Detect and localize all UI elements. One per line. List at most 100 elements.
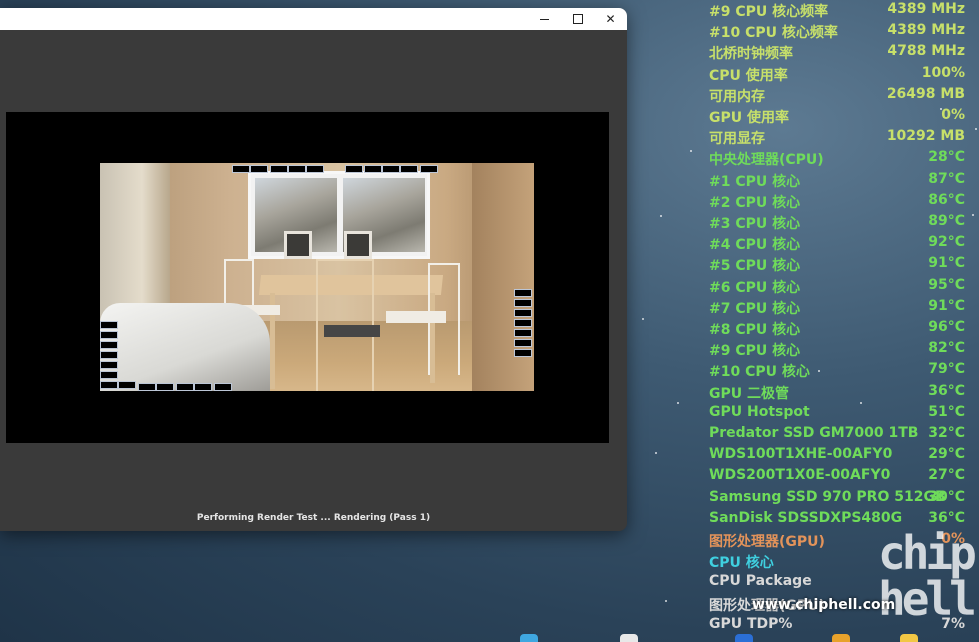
monitor-row-label: 可用内存	[709, 88, 765, 105]
render-bucket	[118, 381, 136, 389]
monitor-row: Predator SSD GM7000 1TB 32°C	[709, 425, 965, 446]
monitor-row-label: SanDisk SDSSDXPS480G	[709, 509, 903, 526]
render-bucket	[288, 165, 306, 173]
monitor-row-value: 0%	[941, 107, 965, 123]
render-bucket	[156, 383, 174, 391]
render-bucket	[100, 321, 118, 329]
monitor-row-value: 95°C	[928, 276, 965, 293]
taskbar-icon[interactable]	[900, 634, 918, 642]
monitor-row: #9 CPU 核心 82°C	[709, 340, 965, 361]
monitor-row-label: #7 CPU 核心	[709, 300, 801, 317]
render-bucket	[306, 165, 324, 173]
monitor-row: #8 CPU 核心 96°C	[709, 319, 965, 340]
monitor-row: #5 CPU 核心 91°C	[709, 255, 965, 276]
monitor-row-label: 可用显存	[709, 131, 765, 148]
monitor-row-label: GPU 使用率	[709, 110, 789, 126]
monitor-row-value: 91°C	[928, 255, 965, 272]
monitor-row: #10 CPU 核心 79°C	[709, 361, 965, 382]
monitor-row-label: 图形处理器(GPU)	[709, 534, 825, 550]
monitor-row: #10 CPU 核心频率 4389 MHz	[709, 22, 965, 43]
monitor-row-value: 26498 MB	[886, 85, 965, 102]
monitor-row-label: CPU 核心	[709, 555, 774, 572]
monitor-row-value: 4389 MHz	[887, 22, 965, 39]
star	[660, 215, 662, 217]
monitor-row-label: #3 CPU 核心	[709, 216, 801, 232]
monitor-row: Samsung SSD 970 PRO 512GB 30°C	[709, 489, 965, 510]
monitor-row-label: #9 CPU 核心	[709, 343, 801, 360]
close-button[interactable]: ✕	[594, 8, 627, 30]
scene-armchair	[100, 303, 270, 391]
monitor-row-value: 87°C	[928, 170, 965, 187]
star	[677, 402, 679, 404]
monitor-row-value: 10292 MB	[886, 128, 965, 145]
monitor-row-value: 86°C	[928, 191, 965, 208]
star	[972, 214, 974, 216]
monitor-row-value: 100%	[921, 64, 965, 81]
render-bucket	[514, 319, 532, 327]
taskbar-icon[interactable]	[832, 634, 850, 642]
render-bucket	[100, 381, 118, 389]
monitor-row: #3 CPU 核心 89°C	[709, 213, 965, 234]
monitor-row: WDS100T1XHE-00AFY0 29°C	[709, 446, 965, 467]
monitor-row-value: 89°C	[928, 213, 965, 229]
monitor-row-label: GPU TDP%	[709, 615, 793, 632]
monitor-row-label: CPU 使用率	[709, 67, 788, 84]
scene-window	[248, 171, 430, 259]
monitor-row-value: 79°C	[928, 361, 965, 378]
title-bar[interactable]: ✕	[0, 8, 627, 30]
monitor-row-value: 30°C	[928, 488, 965, 505]
render-bucket	[514, 329, 532, 337]
render-bucket	[514, 349, 532, 357]
monitor-row-label: #8 CPU 核心	[709, 322, 801, 338]
monitor-row-value: 29°C	[928, 446, 965, 463]
monitor-row-value: 36°C	[928, 382, 965, 399]
scene-photo-frame	[344, 231, 372, 259]
monitor-row-label: Predator SSD GM7000 1TB	[709, 425, 919, 441]
minimize-button[interactable]	[528, 8, 561, 30]
monitor-row: 北桥时钟频率 4788 MHz	[709, 43, 965, 64]
monitor-row-value: 36°C	[928, 509, 965, 526]
taskbar-icon[interactable]	[520, 634, 538, 642]
render-bucket	[364, 165, 382, 173]
monitor-row: #7 CPU 核心 91°C	[709, 298, 965, 319]
maximize-icon	[572, 14, 583, 24]
star	[665, 600, 667, 602]
render-bucket	[400, 165, 418, 173]
maximize-button[interactable]	[561, 8, 594, 30]
monitor-row-label: CPU Package	[709, 573, 812, 590]
taskbar-icon[interactable]	[735, 634, 753, 642]
monitor-row-label: #1 CPU 核心	[709, 173, 801, 190]
monitor-row-label: #6 CPU 核心	[709, 279, 801, 296]
render-test-window: ✕ Performing Render Test ... Rendering (…	[0, 8, 627, 531]
monitor-row-label: WDS200T1X0E-00AFY0	[709, 467, 891, 484]
render-bucket	[214, 383, 232, 391]
monitor-row: GPU 二极管 36°C	[709, 383, 965, 404]
monitor-row: WDS200T1X0E-00AFY0 27°C	[709, 467, 965, 488]
monitor-row-label: #10 CPU 核心频率	[709, 25, 838, 42]
render-bucket	[194, 383, 212, 391]
monitor-row-value: 51°C	[928, 403, 965, 420]
monitor-row-value: 82°C	[928, 340, 965, 357]
star	[655, 452, 657, 454]
monitor-row-label: GPU Hotspot	[709, 403, 810, 420]
monitor-row-value: 91°C	[928, 297, 965, 314]
render-bucket	[382, 165, 400, 173]
close-icon: ✕	[605, 12, 616, 26]
render-bucket	[345, 165, 363, 173]
monitor-row: CPU 使用率 100%	[709, 65, 965, 86]
render-bucket	[100, 361, 118, 369]
monitor-row-label: 北桥时钟频率	[709, 46, 793, 63]
star	[642, 318, 644, 320]
render-bucket	[250, 165, 268, 173]
monitor-row: GPU 使用率 0%	[709, 107, 965, 128]
monitor-row-value: 27°C	[928, 467, 965, 484]
render-bucket	[176, 383, 194, 391]
taskbar-icon[interactable]	[620, 634, 638, 642]
render-bucket	[100, 331, 118, 339]
monitor-row-label: #9 CPU 核心频率	[709, 4, 829, 20]
render-preview-image	[100, 163, 534, 391]
star	[690, 150, 692, 152]
monitor-row-label: GPU 二极管	[709, 385, 789, 402]
render-bucket	[232, 165, 250, 173]
render-bucket	[100, 351, 118, 359]
